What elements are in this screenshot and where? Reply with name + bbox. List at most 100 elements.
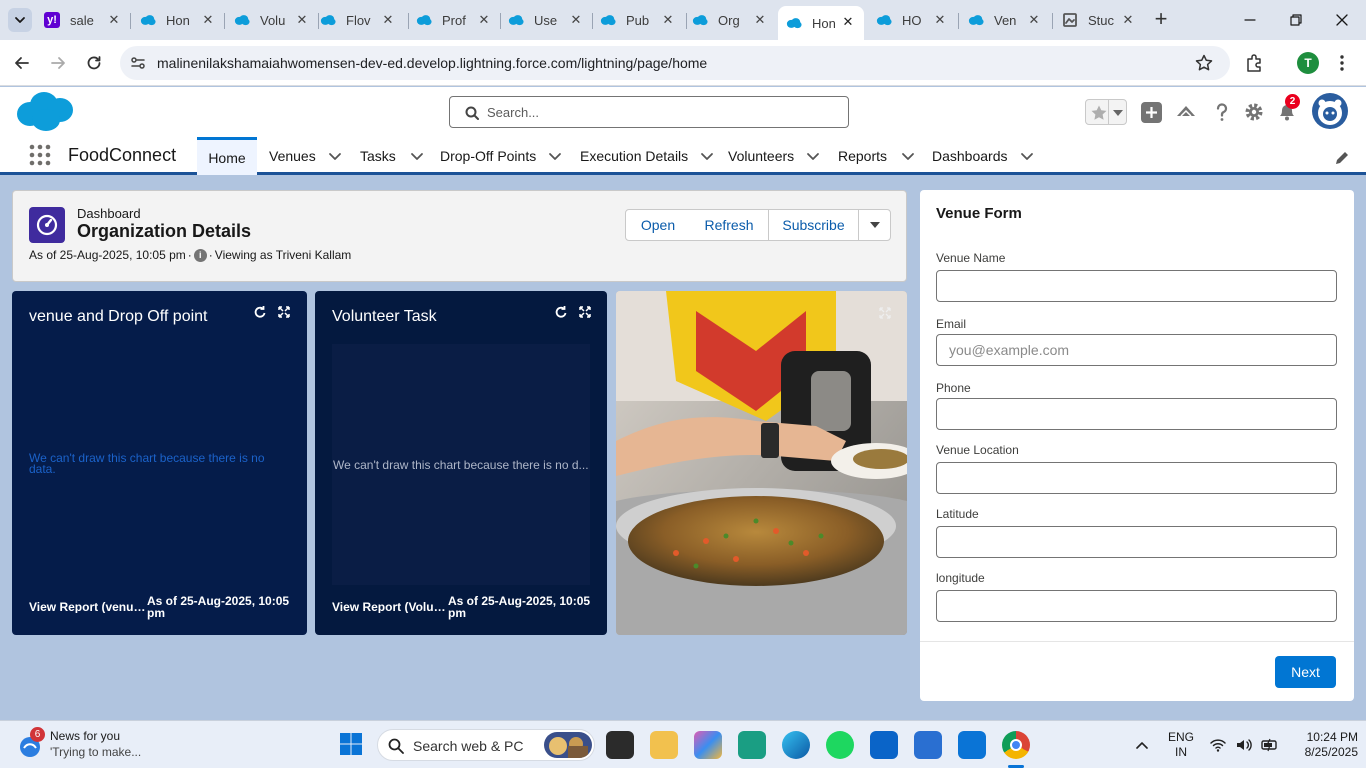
help-button[interactable] xyxy=(1211,101,1233,123)
close-icon[interactable]: ✕ xyxy=(294,12,310,28)
refresh-icon[interactable] xyxy=(254,305,266,319)
close-icon[interactable]: ✕ xyxy=(840,14,856,30)
remote-desktop-icon[interactable] xyxy=(958,731,986,759)
close-icon[interactable]: ✕ xyxy=(660,12,676,28)
nav-tab-reports[interactable]: Reports xyxy=(838,137,915,175)
browser-tab[interactable]: Stuc ✕ xyxy=(1062,6,1142,34)
browser-menu-button[interactable] xyxy=(1336,52,1348,74)
nav-tab-execution-details[interactable]: Execution Details xyxy=(580,137,714,175)
expand-icon[interactable] xyxy=(278,305,290,319)
longitude-input[interactable] xyxy=(936,590,1337,622)
open-button[interactable]: Open xyxy=(625,209,691,241)
system-tray[interactable] xyxy=(1209,736,1279,754)
nav-tab-dashboards[interactable]: Dashboards xyxy=(932,137,1034,175)
notifications-button[interactable]: 2 xyxy=(1276,94,1300,122)
task-view-icon[interactable] xyxy=(606,731,634,759)
close-icon[interactable]: ✕ xyxy=(106,12,122,28)
latitude-input[interactable] xyxy=(936,526,1337,558)
close-window-button[interactable] xyxy=(1330,8,1354,32)
more-actions-button[interactable] xyxy=(858,209,891,241)
browser-tab[interactable]: y! sale ✕ xyxy=(44,6,128,34)
chevron-down-icon[interactable] xyxy=(700,149,714,163)
nav-tab-home[interactable]: Home xyxy=(197,137,257,175)
outlook-icon[interactable] xyxy=(870,731,898,759)
file-explorer-icon[interactable] xyxy=(650,731,678,759)
screen-snip-icon[interactable] xyxy=(738,731,766,759)
address-bar[interactable]: malinenilakshamaiahwomensen-dev-ed.devel… xyxy=(120,46,1230,80)
phone-input[interactable] xyxy=(936,398,1337,430)
news-widget[interactable]: 6 News for you 'Trying to make... xyxy=(14,727,154,763)
close-icon[interactable]: ✕ xyxy=(1120,12,1136,28)
browser-tab[interactable]: Org ✕ xyxy=(692,6,774,34)
user-avatar[interactable] xyxy=(1312,93,1348,129)
global-search-input[interactable]: Search... xyxy=(449,96,849,128)
close-icon[interactable]: ✕ xyxy=(568,12,584,28)
chevron-down-icon[interactable] xyxy=(1020,149,1034,163)
close-icon[interactable]: ✕ xyxy=(380,12,396,28)
show-hidden-icons-button[interactable] xyxy=(1134,737,1150,753)
venue-name-input[interactable] xyxy=(936,270,1337,302)
venue-location-input[interactable] xyxy=(936,462,1337,494)
nav-tab-drop-off-points[interactable]: Drop-Off Points xyxy=(440,137,562,175)
expand-icon[interactable] xyxy=(579,305,591,319)
app-launcher-button[interactable] xyxy=(29,144,51,166)
language-indicator[interactable]: ENG IN xyxy=(1166,730,1196,760)
close-icon[interactable]: ✕ xyxy=(752,12,768,28)
browser-tab[interactable]: Use ✕ xyxy=(508,6,590,34)
nav-tab-volunteers[interactable]: Volunteers xyxy=(728,137,820,175)
expand-icon[interactable] xyxy=(879,307,891,319)
chevron-down-icon[interactable] xyxy=(328,149,342,163)
browser-tab[interactable]: Pub ✕ xyxy=(600,6,682,34)
minimize-button[interactable] xyxy=(1238,8,1262,32)
view-report-link[interactable]: View Report (venue... xyxy=(29,601,147,613)
view-report-link[interactable]: View Report (Volun... xyxy=(332,601,446,613)
spotify-icon[interactable] xyxy=(826,731,854,759)
info-icon[interactable]: i xyxy=(193,248,207,262)
refresh-icon[interactable] xyxy=(555,305,567,319)
microsoft-store-icon[interactable] xyxy=(914,731,942,759)
salesforce-logo[interactable] xyxy=(16,90,74,132)
subscribe-button[interactable]: Subscribe xyxy=(768,209,859,241)
nav-tab-tasks[interactable]: Tasks xyxy=(360,137,424,175)
new-tab-button[interactable]: + xyxy=(1150,8,1172,31)
browser-tab[interactable]: Hon ✕ xyxy=(140,6,222,34)
refresh-button[interactable]: Refresh xyxy=(690,209,769,241)
browser-tab[interactable]: Ven ✕ xyxy=(968,6,1048,34)
chrome-icon[interactable] xyxy=(1002,731,1030,759)
profile-avatar[interactable]: T xyxy=(1297,52,1319,74)
trailhead-guidance-button[interactable] xyxy=(1175,101,1197,123)
nav-tab-venues[interactable]: Venues xyxy=(269,137,342,175)
global-actions-button[interactable] xyxy=(1141,102,1162,123)
browser-tab[interactable]: Flov ✕ xyxy=(320,6,402,34)
chevron-down-icon[interactable] xyxy=(548,149,562,163)
browser-tab[interactable]: HO ✕ xyxy=(876,6,954,34)
bookmark-star-button[interactable] xyxy=(1194,53,1214,73)
close-icon[interactable]: ✕ xyxy=(476,12,492,28)
close-icon[interactable]: ✕ xyxy=(932,12,948,28)
email-input[interactable]: you@example.com xyxy=(936,334,1337,366)
favorites-button[interactable] xyxy=(1085,99,1127,125)
next-button[interactable]: Next xyxy=(1275,656,1336,688)
edit-nav-button[interactable] xyxy=(1334,150,1350,166)
setup-button[interactable] xyxy=(1243,101,1265,123)
extensions-button[interactable] xyxy=(1244,52,1266,74)
site-info-icon[interactable] xyxy=(129,54,147,72)
browser-tab[interactable]: Volu ✕ xyxy=(234,6,316,34)
edge-icon[interactable] xyxy=(782,731,810,759)
chevron-down-icon[interactable] xyxy=(901,149,915,163)
forward-button[interactable] xyxy=(48,53,68,73)
chevron-down-icon[interactable] xyxy=(806,149,820,163)
back-button[interactable] xyxy=(12,53,32,73)
clock[interactable]: 10:24 PM 8/25/2025 xyxy=(1282,730,1358,760)
copilot-icon[interactable] xyxy=(694,731,722,759)
restore-button[interactable] xyxy=(1284,8,1308,32)
close-icon[interactable]: ✕ xyxy=(1026,12,1042,28)
reload-button[interactable] xyxy=(84,53,104,73)
browser-tab-active[interactable]: Hon ✕ xyxy=(778,6,864,40)
tab-search-button[interactable] xyxy=(8,8,32,32)
browser-tab[interactable]: Prof ✕ xyxy=(416,6,498,34)
close-icon[interactable]: ✕ xyxy=(200,12,216,28)
start-button[interactable] xyxy=(339,732,363,756)
taskbar-search-input[interactable]: Search web & PC xyxy=(377,729,595,761)
chevron-down-icon[interactable] xyxy=(410,149,424,163)
